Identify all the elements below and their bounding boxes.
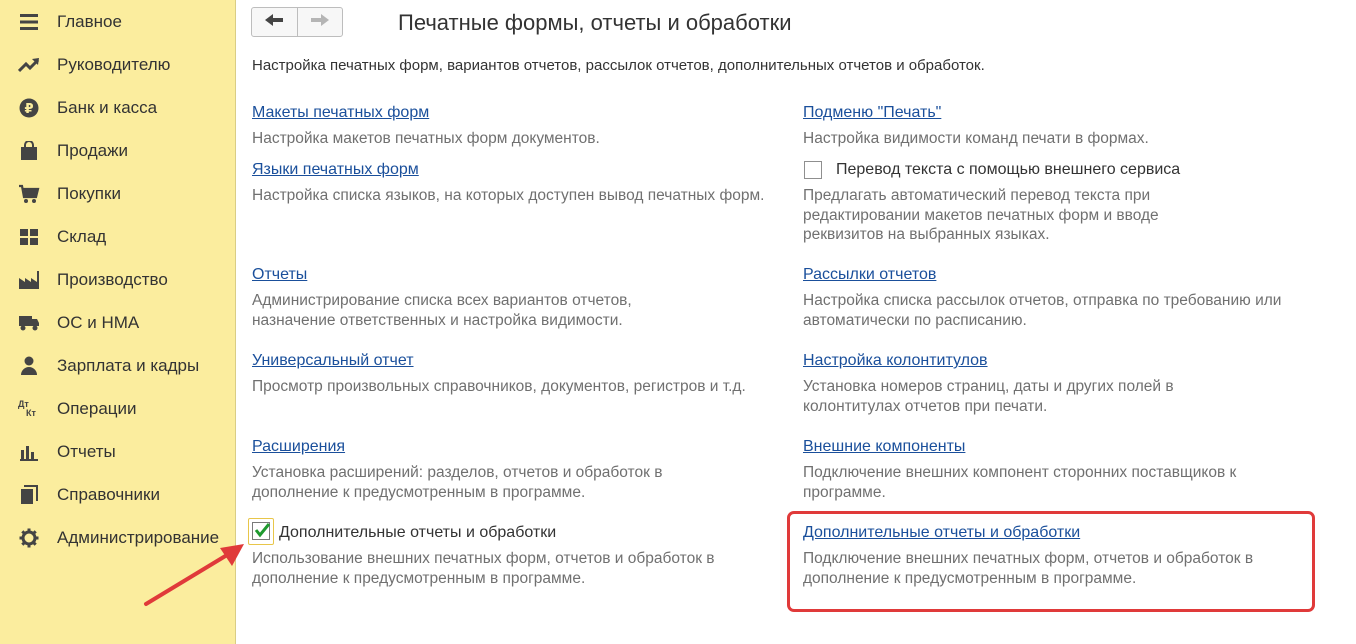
reports-link[interactable]: Отчеты (252, 266, 307, 284)
universal-report-link[interactable]: Универсальный отчет (252, 352, 414, 370)
sidebar-item-purchases[interactable]: Покупки (0, 172, 235, 215)
books-icon (18, 484, 40, 506)
sidebar-item-production[interactable]: Производство (0, 258, 235, 301)
sidebar-item-sales[interactable]: Продажи (0, 129, 235, 172)
warehouse-grid-icon (18, 226, 40, 248)
trend-up-icon (18, 54, 40, 76)
external-components-link[interactable]: Внешние компоненты (803, 438, 965, 456)
print-submenu-link[interactable]: Подменю "Печать" (803, 104, 941, 122)
arrow-right-icon (310, 13, 330, 32)
translation-desc: Предлагать автоматический перевод текста… (803, 187, 1159, 243)
sidebar-item-bank[interactable]: ₽ Банк и касса (0, 86, 235, 129)
sidebar-item-reports[interactable]: Отчеты (0, 430, 235, 473)
print-layouts-link[interactable]: Макеты печатных форм (252, 104, 429, 122)
sidebar-item-label: Операции (57, 398, 137, 418)
additional-reports-desc: Использование внешних печатных форм, отч… (252, 550, 715, 587)
sidebar-item-label: ОС и НМА (57, 312, 140, 332)
translation-label[interactable]: Перевод текста с помощью внешнего сервис… (836, 161, 1180, 179)
sidebar-item-label: Банк и касса (57, 97, 158, 117)
sidebar-item-label: Справочники (57, 484, 160, 504)
headers-footers-link[interactable]: Настройка колонтитулов (803, 352, 988, 370)
menu-lines-icon (18, 11, 40, 33)
headers-footers-desc: Установка номеров страниц, даты и других… (803, 378, 1174, 415)
arrow-left-icon (264, 13, 284, 32)
sidebar-item-main[interactable]: Главное (0, 0, 235, 43)
navigation-buttons (251, 7, 343, 37)
bar-chart-icon (18, 441, 40, 463)
ruble-icon: ₽ (18, 97, 40, 119)
shopping-bag-icon (18, 140, 40, 162)
report-mailings-desc: Настройка списка рассылок отчетов, отпра… (803, 292, 1282, 329)
print-submenu-desc: Настройка видимости команд печати в форм… (803, 130, 1149, 147)
svg-text:₽: ₽ (24, 102, 33, 117)
print-languages-desc: Настройка списка языков, на которых дост… (252, 187, 765, 204)
print-layouts-desc: Настройка макетов печатных форм документ… (252, 130, 600, 147)
sidebar-item-fixed-assets[interactable]: ОС и НМА (0, 301, 235, 344)
dt-kt-icon: Дт Кт (18, 398, 40, 420)
checkmark-icon (253, 521, 271, 544)
report-mailings-link[interactable]: Рассылки отчетов (803, 266, 936, 284)
translation-checkbox[interactable] (804, 161, 822, 179)
print-languages-link[interactable]: Языки печатных форм (252, 161, 419, 179)
sidebar-item-salary[interactable]: Зарплата и кадры (0, 344, 235, 387)
cart-icon (18, 183, 40, 205)
sidebar-item-label: Склад (57, 226, 107, 246)
kt-label: Кт (26, 407, 36, 418)
highlight-frame (787, 511, 1315, 612)
forward-button[interactable] (296, 8, 343, 36)
sidebar-item-label: Покупки (57, 183, 121, 203)
page-subtitle: Настройка печатных форм, вариантов отчет… (252, 57, 985, 74)
sidebar-item-label: Руководителю (57, 54, 171, 74)
back-button[interactable] (252, 8, 297, 36)
red-arrow-annotation (144, 544, 244, 606)
external-components-desc: Подключение внешних компонент сторонних … (803, 464, 1237, 501)
sidebar-item-label: Отчеты (57, 441, 116, 461)
sidebar-item-directories[interactable]: Справочники (0, 473, 235, 516)
sidebar-item-operations[interactable]: Дт Кт Операции (0, 387, 235, 430)
extensions-desc: Установка расширений: разделов, отчетов … (252, 464, 663, 501)
universal-report-desc: Просмотр произвольных справочников, доку… (252, 378, 746, 395)
additional-reports-checkbox[interactable] (252, 522, 271, 540)
gear-icon (18, 527, 40, 549)
truck-icon (18, 312, 40, 334)
sidebar-item-label: Главное (57, 11, 122, 31)
extensions-link[interactable]: Расширения (252, 438, 345, 456)
sidebar-item-label: Продажи (57, 140, 128, 160)
page-title: Печатные формы, отчеты и обработки (398, 10, 792, 35)
factory-icon (18, 269, 40, 291)
additional-reports-label[interactable]: Дополнительные отчеты и обработки (279, 524, 556, 542)
sidebar-item-label: Зарплата и кадры (57, 355, 200, 375)
sidebar-item-manager[interactable]: Руководителю (0, 43, 235, 86)
sidebar-item-warehouse[interactable]: Склад (0, 215, 235, 258)
person-icon (18, 355, 40, 377)
reports-desc: Администрирование списка всех вариантов … (252, 292, 632, 329)
sidebar-item-label: Производство (57, 269, 168, 289)
